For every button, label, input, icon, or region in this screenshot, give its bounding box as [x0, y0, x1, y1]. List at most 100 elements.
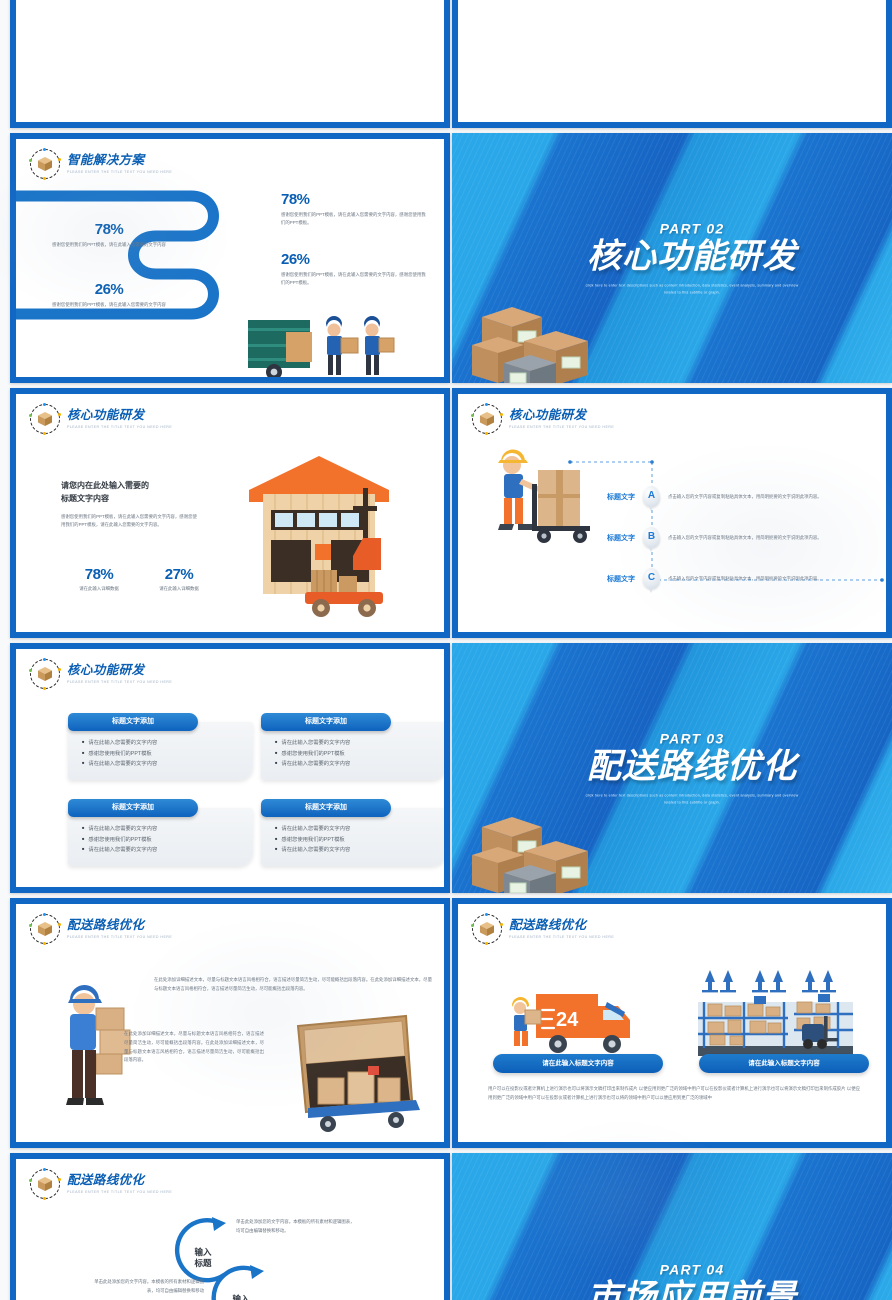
- list-item: 请在此输入您需要的文字内容: [275, 824, 436, 835]
- stat-value: 26%: [281, 251, 310, 268]
- slide-thumbnail-8[interactable]: PART 03 配送路线优化 click here to enter text …: [452, 643, 892, 893]
- stat-label: 请在此输入详细数据: [159, 586, 199, 591]
- slide-title: 核心功能研发: [67, 663, 145, 678]
- part-number: PART 02: [659, 220, 725, 237]
- node-body-2: 单击此处添加您的文字内容。本模板的所有素材和逻辑图表，均可自由编辑替换和移动: [94, 1279, 204, 1294]
- list-item: 请在此输入您需要的文字内容: [82, 759, 243, 770]
- abc-body: 点击输入您的文字内容或复制粘贴具体文本，用简明扼要的文字说明此项内容。: [668, 534, 822, 540]
- abc-row-b[interactable]: 标题文字 B 点击输入您的文字内容或复制粘贴具体文本，用简明扼要的文字说明此项内…: [593, 527, 883, 552]
- stat-label: 请在此输入详细数据: [79, 586, 119, 591]
- abc-row-c[interactable]: 标题文字 C 点击输入您的文字内容或复制粘贴具体文本，用简明扼要的文字说明此项内…: [593, 568, 883, 593]
- list-item: 请在此输入您需要的文字内容: [82, 845, 243, 856]
- slide-thumbnail-12[interactable]: PART 04 市场应用前景 click here to enter text …: [452, 1153, 892, 1300]
- package-logo-icon: [29, 658, 61, 690]
- card-caption: 标题文字添加: [261, 713, 391, 731]
- part-title: 市场应用前景: [587, 1278, 797, 1300]
- list-item: 请在此输入您需要的文字内容: [275, 845, 436, 856]
- slide-header: 配送路线优化 PLEASE ENTER THE TITLE TEXT YOU N…: [29, 913, 172, 945]
- pin-marker-a: A: [643, 486, 660, 511]
- truck-workers-illustration: [248, 316, 395, 377]
- slide-title: 配送路线优化: [67, 1173, 145, 1188]
- slide-subtitle: PLEASE ENTER THE TITLE TEXT YOU NEED HER…: [67, 169, 173, 174]
- abc-row-a[interactable]: 标题文字 A 点击输入您的文字内容或复制粘贴具体文本，用简明扼要的文字说明此项内…: [593, 486, 883, 511]
- slide-subtitle: PLEASE ENTER THE TITLE TEXT YOU NEED HER…: [67, 1189, 173, 1194]
- svg-text:24: 24: [556, 1009, 579, 1031]
- pill-button-2[interactable]: 请在此输入标题文字内容: [699, 1054, 869, 1073]
- slide-thumbnail-7[interactable]: 核心功能研发 PLEASE ENTER THE TITLE TEXT YOU N…: [10, 643, 450, 893]
- abc-body: 点击输入您的文字内容或复制粘贴具体文本，用简明扼要的文字说明此项内容。: [668, 493, 822, 499]
- slide-thumbnail-5[interactable]: 核心功能研发 PLEASE ENTER THE TITLE TEXT YOU N…: [10, 388, 450, 638]
- slide-subtitle: PLEASE ENTER THE TITLE TEXT YOU NEED HER…: [509, 424, 615, 429]
- paragraph-2: 在此处添加详细描述文本，尽量与标题文本语言风格相符合，语言描述尽量简洁生动，尽可…: [124, 1031, 264, 1063]
- slide-thumbnail-3[interactable]: 智能解决方案 PLEASE ENTER THE TITLE TEXT YOU N…: [10, 133, 450, 383]
- package-logo-icon: [29, 1168, 61, 1200]
- list-item: 请在此输入您需要的文字内容: [82, 824, 243, 835]
- stat-2: 27% 请在此输入详细数据: [144, 566, 214, 593]
- slide-grid: ★★★★ 点击此处输入标题 此处添加详细文本描述，建议与标题相关并符: [10, 0, 892, 1300]
- part-number: PART 04: [659, 1261, 725, 1278]
- stat-left-2: 26% 感谢您使用我们的PPT模板，请在此输入您需要的文字内容: [34, 281, 184, 309]
- package-logo-icon: [29, 403, 61, 435]
- roadmap-illustration: ★★★★: [16, 0, 444, 122]
- stat-value: 26%: [94, 281, 124, 298]
- stat-desc: 感谢您使用我们的PPT模板，请在此输入您需要的文字内容: [52, 302, 166, 307]
- pill-button-1[interactable]: 请在此输入标题文字内容: [493, 1054, 663, 1073]
- body: 感谢您使用我们的PPT模板，请在此输入您需要的文字内容，感谢您使用我们的PPT模…: [61, 514, 197, 528]
- pin-letter: B: [647, 531, 656, 542]
- paragraph-1: 在此处添加详细描述文本，尽量与标题文本语言风格相符合，语言描述尽量简洁生动，尽可…: [154, 977, 432, 991]
- card-3[interactable]: 标题文字添加 请在此输入您需要的文字内容 感谢您使用我们的PPT模板 请在此输入…: [68, 799, 253, 866]
- list-item: 感谢您使用我们的PPT模板: [82, 749, 243, 760]
- slide-header: 核心功能研发 PLEASE ENTER THE TITLE TEXT YOU N…: [29, 658, 173, 690]
- stat-right-2: 26% 感谢您使用我们的PPT模板，请在此输入您需要的文字内容，感谢您使用我们的…: [281, 251, 426, 286]
- part-subtitle: click here to enter text descriptions su…: [585, 283, 799, 295]
- package-logo-icon: [471, 403, 503, 435]
- slide-header: 智能解决方案 PLEASE ENTER THE TITLE TEXT YOU N…: [29, 148, 173, 180]
- list-item: 请在此输入您需要的文字内容: [275, 738, 436, 749]
- warehouse-illustration: [249, 456, 389, 617]
- boxes-illustration: [472, 307, 588, 383]
- package-logo-icon: [29, 913, 61, 945]
- part-title: 核心功能研发: [587, 237, 797, 276]
- stat-left-1: 78% 感谢您使用我们的PPT模板，请在此输入您需要的文字内容: [34, 221, 184, 249]
- abc-label: 标题文字: [607, 575, 635, 583]
- slide-subtitle: PLEASE ENTER THE TITLE TEXT YOU NEED HER…: [67, 424, 173, 429]
- stat-value: 78%: [281, 191, 310, 208]
- slide-thumbnail-9[interactable]: 配送路线优化 PLEASE ENTER THE TITLE TEXT YOU N…: [10, 898, 450, 1148]
- part-subtitle: click here to enter text descriptions su…: [585, 793, 799, 805]
- slide-subtitle: PLEASE ENTER THE TITLE TEXT YOU NEED HER…: [67, 679, 173, 684]
- slide-thumbnail-1[interactable]: ★★★★ 点击此处输入标题 此处添加详细文本描述，建议与标题相关并符: [10, 0, 450, 128]
- list-item: 请在此输入您需要的文字内容: [82, 738, 243, 749]
- slide-header: 核心功能研发 PLEASE ENTER THE TITLE TEXT YOU N…: [471, 403, 615, 435]
- card-4[interactable]: 标题文字添加 请在此输入您需要的文字内容 感谢您使用我们的PPT模板 请在此输入…: [261, 799, 444, 866]
- list-item: 请在此输入您需要的文字内容: [275, 759, 436, 770]
- slide-title: 核心功能研发: [67, 408, 145, 423]
- list-item: 感谢您使用我们的PPT模板: [275, 749, 436, 760]
- stat-desc: 感谢您使用我们的PPT模板，请在此输入您需要的文字内容，感谢您使用我们的PPT模…: [281, 212, 426, 225]
- slide-thumbnail-11[interactable]: 配送路线优化 PLEASE ENTER THE TITLE TEXT YOU N…: [10, 1153, 450, 1300]
- card-caption: 标题文字添加: [68, 799, 198, 817]
- slide-title: 核心功能研发: [509, 408, 587, 423]
- list-item: 感谢您使用我们的PPT模板: [82, 835, 243, 846]
- card-2[interactable]: 标题文字添加 请在此输入您需要的文字内容 感谢您使用我们的PPT模板 请在此输入…: [261, 713, 444, 780]
- heading: 请您内在此处输入需要的 标题文字内容: [61, 481, 149, 504]
- stat-desc: 感谢您使用我们的PPT模板，请在此输入您需要的文字内容: [52, 242, 166, 247]
- node-body-1: 单击此处添加您的文字内容。本模板的所有素材和逻辑图表，均可自由编辑替换和移动。: [236, 1219, 355, 1234]
- slide-title: 配送路线优化: [67, 918, 145, 933]
- slide-title: 智能解决方案: [67, 153, 145, 168]
- slide-thumbnail-6[interactable]: 核心功能研发 PLEASE ENTER THE TITLE TEXT YOU N…: [452, 388, 892, 638]
- card-1[interactable]: 标题文字添加 请在此输入您需要的文字内容 感谢您使用我们的PPT模板 请在此输入…: [68, 713, 253, 780]
- warehouse-racks-illustration: [698, 970, 853, 1056]
- slide-thumbnail-4[interactable]: PART 02 核心功能研发 click here to enter text …: [452, 133, 892, 383]
- footer-text: 用户可以在投影仪或者计算机上进行演示也可以将演示文稿打印出来制作成片 以便应用到…: [488, 1086, 860, 1101]
- pin-marker-c: C: [643, 568, 660, 593]
- slide-thumbnail-2[interactable]: 单击此处添加您的文字内容 本模板的所有素材和逻辑图表 均可自由编辑替换和移动 请…: [452, 0, 892, 128]
- ppt-template-preview-page: ★★★★ 点击此处输入标题 此处添加详细文本描述，建议与标题相关并符: [0, 0, 892, 1300]
- pin-marker-b: B: [643, 527, 660, 552]
- slide-header: 核心功能研发 PLEASE ENTER THE TITLE TEXT YOU N…: [29, 403, 173, 435]
- slide-header: 配送路线优化 PLEASE ENTER THE TITLE TEXT YOU N…: [29, 1168, 173, 1200]
- abc-body: 点击输入您的文字内容或复制粘贴具体文本，用简明扼要的文字说明此项内容。: [668, 575, 822, 581]
- pin-letter: A: [647, 490, 656, 501]
- slide-header: 配送路线优化 PLEASE ENTER THE TITLE TEXT YOU N…: [471, 913, 614, 945]
- slide-thumbnail-10[interactable]: 配送路线优化 PLEASE ENTER THE TITLE TEXT YOU N…: [452, 898, 892, 1148]
- part-title: 配送路线优化: [587, 747, 797, 786]
